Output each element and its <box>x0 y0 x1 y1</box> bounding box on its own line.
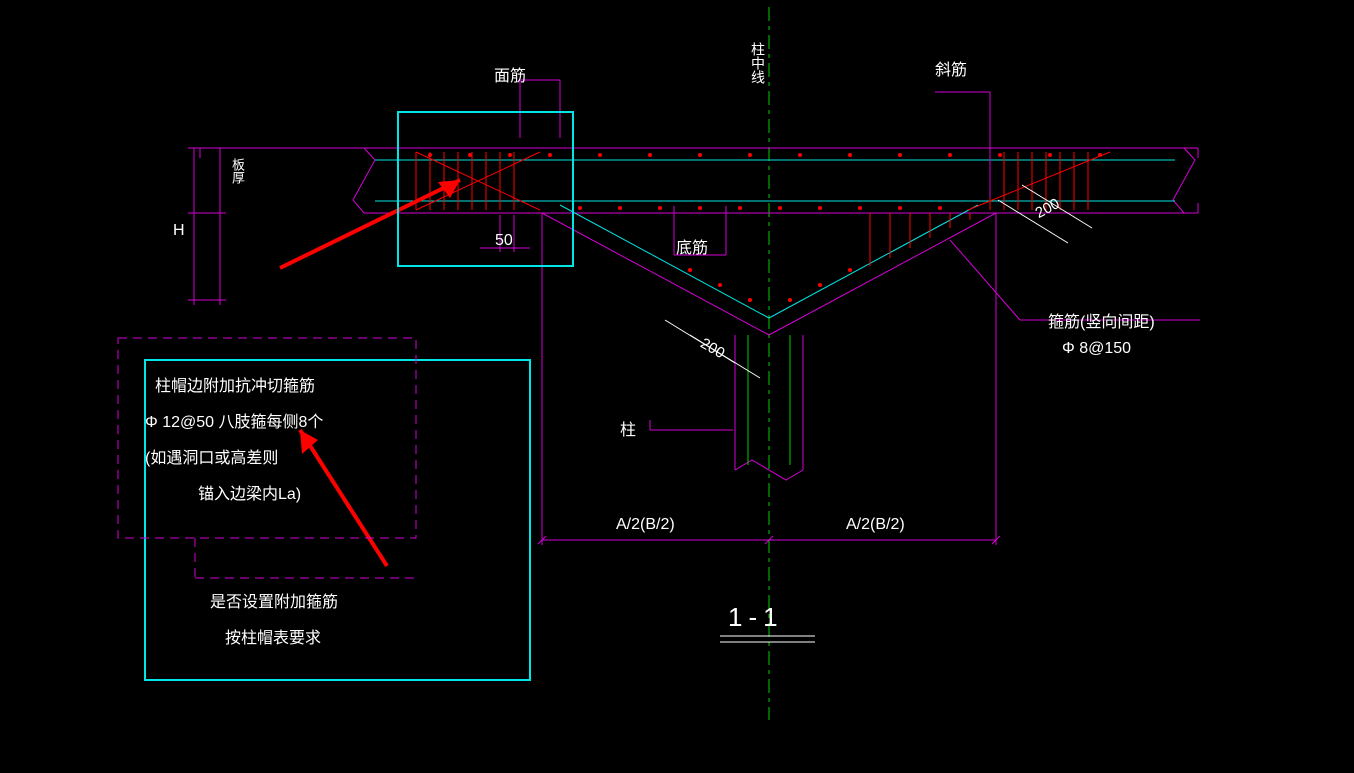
note-line6: 按柱帽表要求 <box>225 624 321 648</box>
section-title: 1-1 <box>728 602 784 633</box>
label-slab-thickness: 板厚 <box>228 158 247 184</box>
label-diagonal-rebar: 斜筋 <box>935 56 967 80</box>
note-line2: Φ 12@50 八肢箍每侧8个 <box>145 408 323 432</box>
dim-half-span-right: A/2(B/2) <box>846 516 905 534</box>
label-column-centerline: 柱中线 <box>748 42 768 84</box>
label-stirrup-spec: Φ 8@150 <box>1062 340 1131 358</box>
dim-50: 50 <box>495 232 513 250</box>
cad-drawing-canvas: { "labels": { "top_rebar": "面筋", "diagon… <box>0 0 1354 773</box>
label-column: 柱 <box>620 416 636 440</box>
label-stirrup-title: 箍筋(竖向间距) <box>1048 308 1155 332</box>
note-line3: (如遇洞口或高差则 <box>145 444 278 468</box>
label-H: H <box>173 222 185 240</box>
label-top-rebar: 面筋 <box>494 62 526 86</box>
dim-half-span-left: A/2(B/2) <box>616 516 675 534</box>
note-line5: 是否设置附加箍筋 <box>210 588 338 612</box>
note-line1: 柱帽边附加抗冲切箍筋 <box>155 372 315 396</box>
note-line4: 锚入边梁内La) <box>198 480 301 504</box>
label-bottom-rebar: 底筋 <box>676 234 708 258</box>
